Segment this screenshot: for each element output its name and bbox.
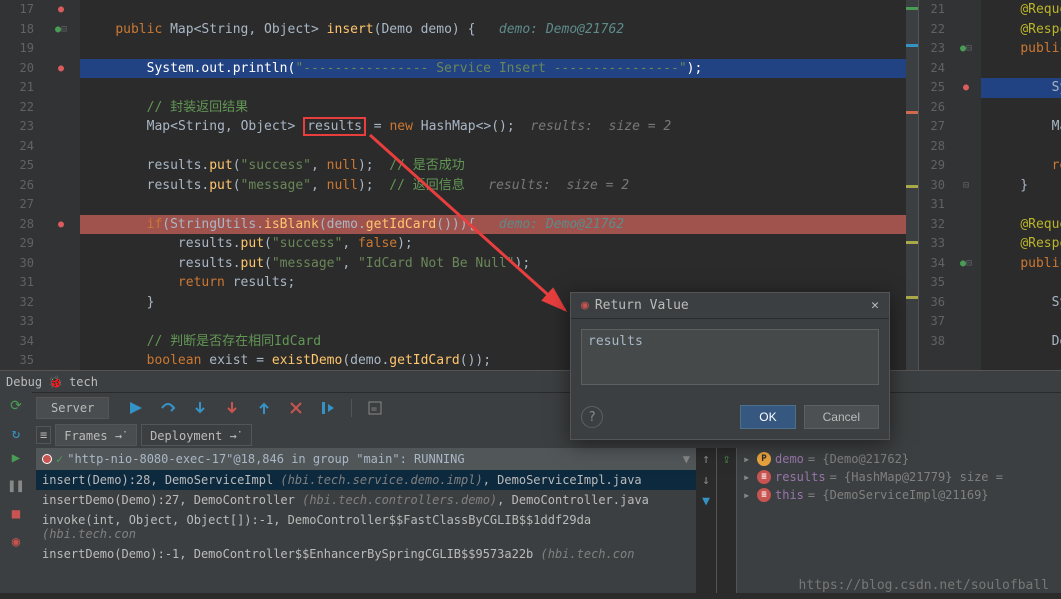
frames-bar: ≡ Frames →· Deployment →· — [32, 422, 1061, 448]
restore-layout-icon[interactable]: ⇪ — [723, 452, 731, 467]
variable-row[interactable]: ▸≡this = {DemoServiceImpl@21169} — [743, 486, 1055, 504]
variables-panel[interactable]: ▸Pdemo = {Demo@21762}▸≡results = {HashMa… — [736, 448, 1061, 593]
force-step-into-icon[interactable] — [223, 399, 241, 417]
line-gutter-left: 17181920212223242526272829303132333435 — [0, 0, 42, 370]
filter-icon[interactable]: ▼ — [702, 494, 710, 509]
thread-selector[interactable]: ✓ "http-nio-8080-exec-17"@18,846 in grou… — [36, 448, 696, 470]
editor-area: 17181920212223242526272829303132333435 ●… — [0, 0, 1061, 370]
watermark: https://blog.csdn.net/soulofball — [799, 578, 1049, 593]
stack-frame[interactable]: invoke(int, Object, Object[]):-1, DemoCo… — [36, 510, 696, 544]
scrollbar-left[interactable] — [906, 0, 918, 370]
return-value-input[interactable] — [581, 329, 879, 385]
dialog-titlebar[interactable]: ◉ Return Value ✕ — [571, 293, 889, 319]
line-gutter-right: 212223242526272829303132333435363738 — [919, 0, 951, 370]
prev-frame-icon[interactable]: ↑ — [702, 452, 710, 467]
run-to-cursor-icon[interactable] — [319, 399, 337, 417]
help-button[interactable]: ? — [581, 406, 603, 428]
debug-label: Debug — [6, 375, 42, 389]
evaluate-expression-icon[interactable]: = — [366, 399, 384, 417]
update-button[interactable]: ↻ — [6, 424, 26, 444]
cancel-button[interactable]: Cancel — [804, 405, 879, 429]
next-frame-icon[interactable]: ↓ — [702, 473, 710, 488]
dialog-title-text: Return Value — [595, 298, 689, 313]
variable-row[interactable]: ▸Pdemo = {Demo@21762} — [743, 450, 1055, 468]
show-exec-point-icon[interactable] — [127, 399, 145, 417]
vars-toolbar: ⇪ — [716, 448, 736, 593]
ok-button[interactable]: OK — [740, 405, 795, 429]
return-value-dialog: ◉ Return Value ✕ ? OK Cancel — [570, 292, 890, 440]
stack-frame[interactable]: insertDemo(Demo):-1, DemoController$$Enh… — [36, 544, 696, 564]
frames-view-icon[interactable]: ≡ — [36, 426, 51, 444]
stack-frame[interactable]: insertDemo(Demo):27, DemoController (hbi… — [36, 490, 696, 510]
frames-panel: ✓ "http-nio-8080-exec-17"@18,846 in grou… — [32, 448, 696, 593]
debug-side-buttons-2: ▶ ❚❚ ■ ◉ — [0, 448, 32, 593]
thread-name: "http-nio-8080-exec-17"@18,846 in group … — [67, 452, 464, 466]
close-icon[interactable]: ✕ — [871, 298, 879, 313]
svg-text:=: = — [371, 404, 377, 415]
step-over-icon[interactable] — [159, 399, 177, 417]
deployment-tab[interactable]: Deployment →· — [141, 424, 252, 446]
drop-frame-icon[interactable] — [287, 399, 305, 417]
view-breakpoints-button[interactable]: ◉ — [6, 532, 26, 552]
variable-row[interactable]: ▸≡results = {HashMap@21779} size = — [743, 468, 1055, 486]
server-tab[interactable]: Server — [36, 397, 109, 419]
debug-config-name[interactable]: tech — [69, 375, 98, 389]
step-into-icon[interactable] — [191, 399, 209, 417]
code-editor-right[interactable]: @Request @Respons public M Syst Map< ret… — [981, 0, 1061, 370]
bug-icon: 🐞 — [48, 375, 63, 389]
frames-tab[interactable]: Frames →· — [55, 424, 137, 446]
dialog-icon: ◉ — [581, 298, 589, 313]
pause-button[interactable]: ❚❚ — [6, 476, 26, 496]
debug-side-buttons: ⟳ ↻ — [0, 392, 32, 448]
resume-button[interactable]: ▶ — [6, 448, 26, 468]
step-out-icon[interactable] — [255, 399, 273, 417]
frames-toolbar: ↑ ↓ ▼ — [696, 448, 716, 593]
right-split: 212223242526272829303132333435363738 ● ⊟… — [918, 0, 1061, 370]
stop-button[interactable]: ■ — [6, 504, 26, 524]
debug-toolbar: Server = — [32, 392, 1061, 422]
fold-gutter-left: ●● ⊟●● — [42, 0, 80, 370]
stack-frames: insert(Demo):28, DemoServiceImpl (hbi.te… — [36, 470, 696, 564]
fold-gutter-right: ● ⊟●⊟● ⊟ — [951, 0, 981, 370]
stack-frame[interactable]: insert(Demo):28, DemoServiceImpl (hbi.te… — [36, 470, 696, 490]
debug-tab-bar: Debug 🐞 tech — [0, 370, 1061, 392]
rerun-button[interactable]: ⟳ — [6, 396, 26, 416]
